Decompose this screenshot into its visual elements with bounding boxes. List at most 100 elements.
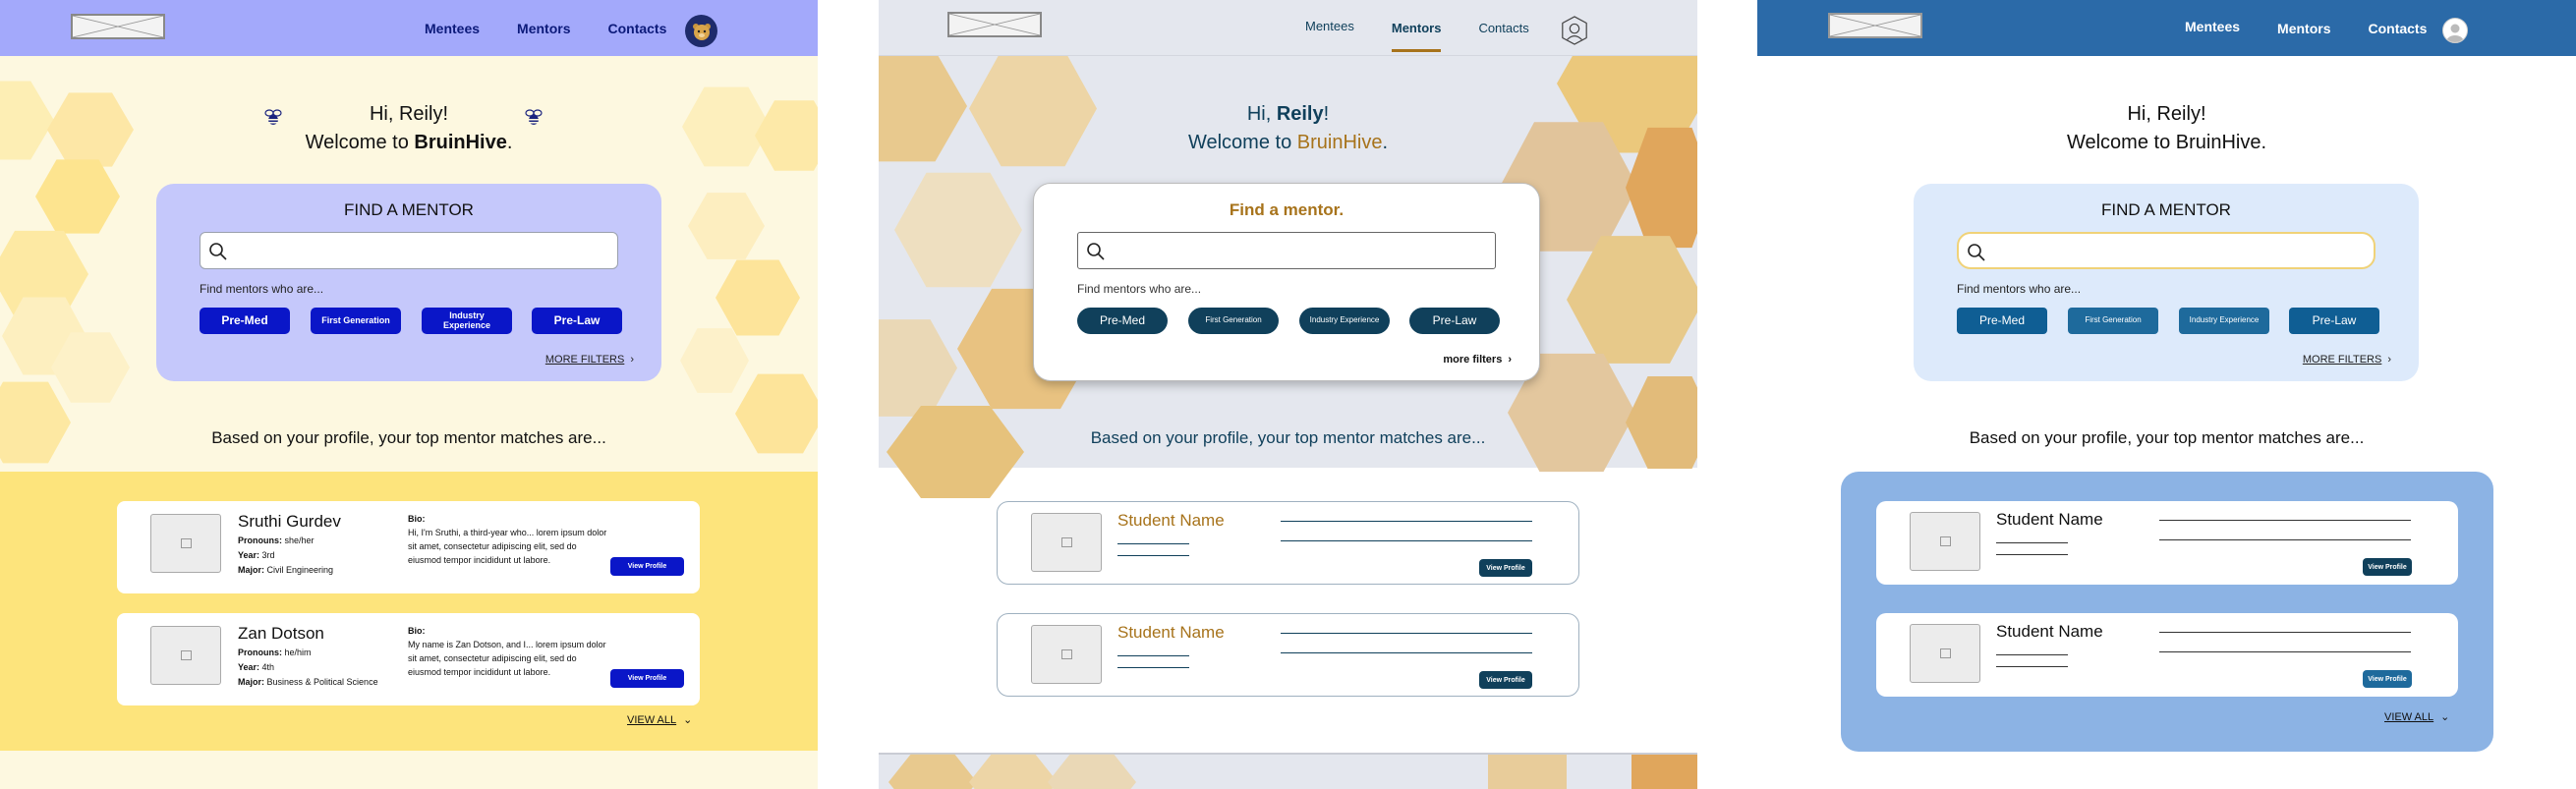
chevron-right-icon: › xyxy=(630,354,634,366)
chip-first-generation[interactable]: First Generation xyxy=(311,308,401,334)
chevron-right-icon: › xyxy=(2387,354,2391,366)
hero-greeting: Hi, Reily! Welcome to BruinHive. xyxy=(1757,100,2576,157)
view-profile-button[interactable]: View Profile xyxy=(610,557,684,576)
chip-pre-law[interactable]: Pre-Law xyxy=(2289,308,2379,334)
chip-pre-med[interactable]: Pre-Med xyxy=(1077,308,1168,334)
search-icon xyxy=(1087,243,1105,260)
chip-industry-experience[interactable]: Industry Experience xyxy=(422,308,512,334)
placeholder-lines xyxy=(2159,632,2411,633)
chevron-down-icon: ⌄ xyxy=(683,714,693,726)
mentor-name: Student Name xyxy=(1117,623,1225,642)
chip-industry-experience[interactable]: Industry Experience xyxy=(2179,308,2269,334)
nav-contacts-link[interactable]: Contacts xyxy=(607,21,666,36)
greeting-text: Hi, Reily! xyxy=(369,103,448,125)
mentor-name: Student Name xyxy=(1117,511,1225,530)
mentor-card: Sruthi Gurdev Pronouns: she/her Year: 3r… xyxy=(117,501,700,593)
greeting-text: Hi, Reily! xyxy=(2127,103,2206,125)
find-mentor-card: FIND A MENTOR Find mentors who are... Pr… xyxy=(156,184,661,381)
nav-mentees-link[interactable]: Mentees xyxy=(1305,19,1354,33)
find-mentor-card: Find a mentor. Find mentors who are... P… xyxy=(1033,183,1540,381)
placeholder-lines xyxy=(1996,542,2068,543)
logo-placeholder xyxy=(71,14,165,39)
find-mentors-label: Find mentors who are... xyxy=(1957,282,2082,296)
placeholder-lines xyxy=(1281,652,1532,653)
variant-1-frame: Mentees Mentors Contacts Hi, Reily! Welc… xyxy=(0,0,818,789)
find-mentor-title: Find a mentor. xyxy=(1229,200,1345,219)
more-filters-link[interactable]: MORE FILTERS › xyxy=(2303,354,2391,366)
view-all-link[interactable]: VIEW ALL ⌄ xyxy=(2384,710,2449,724)
nav-mentors-link[interactable]: Mentors xyxy=(517,21,570,36)
more-filters-label: more filters xyxy=(1443,354,1503,366)
navbar: Mentees Mentors Contacts xyxy=(0,0,818,56)
hero-greeting: Hi, Reily! Welcome to BruinHive. xyxy=(0,100,818,157)
view-profile-button[interactable]: View Profile xyxy=(2363,670,2412,688)
find-mentors-label: Find mentors who are... xyxy=(200,282,324,296)
view-all-link[interactable]: VIEW ALL ⌄ xyxy=(627,713,693,727)
matches-heading: Based on your profile, your top mentor m… xyxy=(1969,428,2365,447)
view-profile-button[interactable]: View Profile xyxy=(1479,671,1532,689)
logo-placeholder xyxy=(1828,13,1922,38)
search-icon xyxy=(209,243,227,260)
mentor-photo xyxy=(1910,512,1980,571)
mentor-name: Zan Dotson xyxy=(238,624,324,643)
chip-pre-med[interactable]: Pre-Med xyxy=(1957,308,2047,334)
mentor-name: Student Name xyxy=(1996,622,2103,641)
nav-mentors-link[interactable]: Mentors xyxy=(1391,5,1442,52)
view-profile-button[interactable]: View Profile xyxy=(1479,559,1532,577)
hex-decoration xyxy=(716,259,800,336)
chip-pre-law[interactable]: Pre-Law xyxy=(1409,308,1500,334)
nav-mentees-link[interactable]: Mentees xyxy=(425,21,480,36)
hex-decoration xyxy=(1488,755,1567,789)
placeholder-lines xyxy=(1117,555,1189,556)
mentor-bio: Bio: My name is Zan Dotson, and I... lore… xyxy=(408,626,606,677)
placeholder-lines xyxy=(1996,666,2068,667)
matches-heading: Based on your profile, your top mentor m… xyxy=(1090,428,1486,447)
chip-industry-experience[interactable]: Industry Experience xyxy=(1299,308,1390,334)
hero-greeting: Hi, Reily! Welcome to BruinHive. xyxy=(879,100,1697,157)
chip-first-generation[interactable]: First Generation xyxy=(1188,308,1279,334)
hex-decoration xyxy=(688,193,765,259)
view-profile-button[interactable]: View Profile xyxy=(610,669,684,688)
placeholder-lines xyxy=(2159,539,2411,540)
hex-decoration xyxy=(0,381,71,464)
mentor-details: Pronouns: she/her Year: 3rd Major: Civil… xyxy=(238,535,334,575)
welcome-line: Welcome to BruinHive. xyxy=(2066,132,2267,153)
find-mentors-label: Find mentors who are... xyxy=(1077,282,1202,296)
logo-placeholder xyxy=(947,12,1042,37)
chip-pre-med[interactable]: Pre-Med xyxy=(200,308,290,334)
hexagon-profile-icon[interactable] xyxy=(1560,16,1589,45)
more-filters-label: MORE FILTERS xyxy=(2302,354,2382,366)
chip-first-generation[interactable]: First Generation xyxy=(2068,308,2158,334)
welcome-line: Welcome to BruinHive. xyxy=(305,132,513,153)
variant-2-frame: Mentees Mentors Contacts Hi, Reily! Welc… xyxy=(879,0,1697,789)
hex-decoration xyxy=(1631,755,1697,789)
nav-mentors-link[interactable]: Mentors xyxy=(2277,21,2330,36)
nav-contacts-link[interactable]: Contacts xyxy=(2368,21,2427,36)
chip-pre-law[interactable]: Pre-Law xyxy=(532,308,622,334)
mentor-photo xyxy=(1031,625,1102,684)
profile-avatar-icon[interactable] xyxy=(2442,18,2468,43)
more-filters-link[interactable]: MORE FILTERS › xyxy=(545,354,634,366)
find-mentor-title: FIND A MENTOR xyxy=(344,200,474,219)
more-filters-link[interactable]: more filters › xyxy=(1443,354,1512,366)
mentor-photo xyxy=(1910,624,1980,683)
search-input[interactable] xyxy=(200,232,618,269)
mentor-card: Student Name View Profile xyxy=(1876,501,2458,585)
search-input[interactable] xyxy=(1957,232,2376,269)
search-input[interactable] xyxy=(1077,232,1496,269)
placeholder-lines xyxy=(1996,554,2068,555)
view-all-label: VIEW ALL xyxy=(627,713,677,726)
placeholder-lines xyxy=(1117,667,1189,668)
nav-contacts-link[interactable]: Contacts xyxy=(1478,21,1528,35)
mentor-photo xyxy=(1031,513,1102,572)
welcome-line: Welcome to BruinHive. xyxy=(1187,132,1389,153)
nav-mentees-link[interactable]: Mentees xyxy=(2185,19,2240,34)
placeholder-lines xyxy=(1281,633,1532,634)
hex-decoration xyxy=(680,328,749,393)
placeholder-lines xyxy=(1281,540,1532,541)
bear-avatar[interactable] xyxy=(685,15,717,47)
placeholder-lines xyxy=(1117,655,1189,656)
chevron-right-icon: › xyxy=(1508,354,1512,366)
hex-decoration xyxy=(35,159,120,234)
view-profile-button[interactable]: View Profile xyxy=(2363,558,2412,576)
